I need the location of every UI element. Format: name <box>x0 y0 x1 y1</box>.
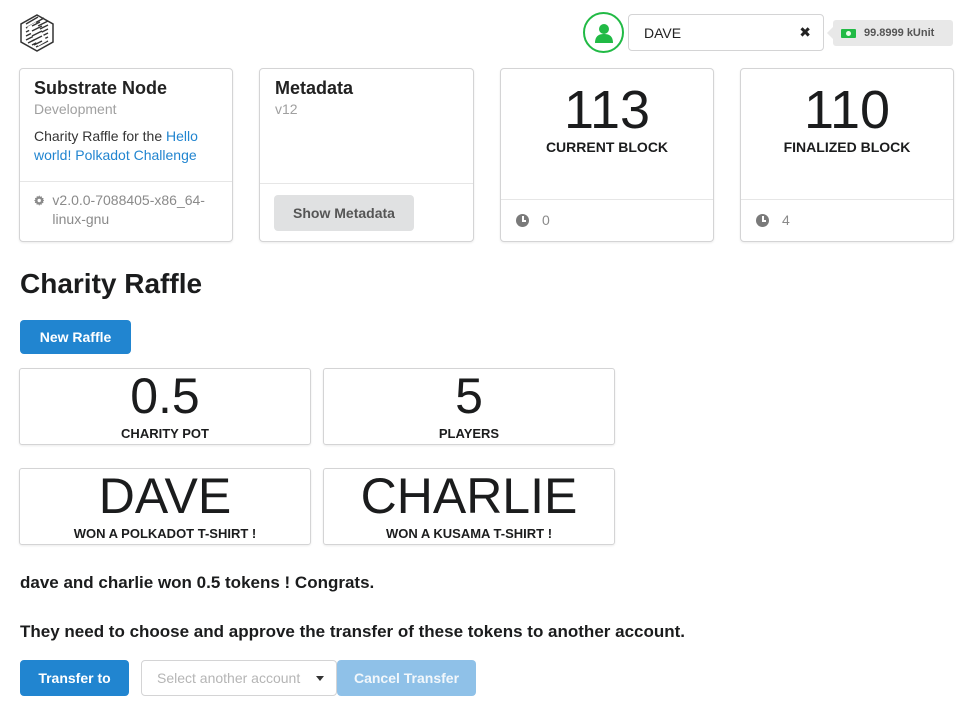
account-name: DAVE <box>644 24 682 41</box>
current-block-card: 113 CURRENT BLOCK 0 <box>500 68 714 242</box>
node-version: v2.0.0-7088405-x86_64-linux-gnu <box>34 191 220 229</box>
metadata-title: Metadata <box>275 78 354 98</box>
node-info-card: Substrate Node Development Charity Raffl… <box>19 68 233 242</box>
account-select-dropdown[interactable]: Select another account <box>141 660 337 696</box>
current-block-timer-value: 0 <box>542 212 550 228</box>
balance-value: 99.8999 kUnit <box>864 27 935 39</box>
players-value: 5 <box>455 368 483 424</box>
winner-kusama-card: CHARLIE WON A KUSAMA T-SHIRT ! <box>323 468 615 545</box>
charity-pot-card: 0.5 CHARITY POT <box>19 368 311 445</box>
winner-kusama-name: CHARLIE <box>360 468 578 524</box>
account-avatar[interactable] <box>583 12 624 53</box>
clear-account-icon[interactable]: ✖ <box>799 24 811 41</box>
charity-pot-value: 0.5 <box>130 368 200 424</box>
finalized-block-timer: 4 <box>756 211 790 230</box>
account-select-placeholder: Select another account <box>157 670 301 686</box>
node-description-text: Charity Raffle for the <box>34 128 167 144</box>
current-block-timer: 0 <box>516 211 550 230</box>
substrate-logo <box>18 14 56 52</box>
winner-kusama-prize: WON A KUSAMA T-SHIRT ! <box>385 526 553 541</box>
money-icon <box>841 28 856 38</box>
transfer-instructions: They need to choose and approve the tran… <box>20 622 686 641</box>
players-card: 5 PLAYERS <box>323 368 615 445</box>
chevron-down-icon <box>316 675 324 681</box>
metadata-card: Metadata v12 Show Metadata <box>259 68 474 242</box>
account-selector[interactable]: DAVE ✖ <box>628 14 824 51</box>
clock-icon <box>756 214 769 227</box>
finalized-block-timer-value: 4 <box>782 212 790 228</box>
clock-icon <box>516 214 529 227</box>
winners-message: dave and charlie won 0.5 tokens ! Congra… <box>20 573 375 592</box>
show-metadata-button[interactable]: Show Metadata <box>274 195 414 231</box>
current-block-value: 113 <box>563 80 651 140</box>
cancel-transfer-button[interactable]: Cancel Transfer <box>337 660 476 696</box>
charity-pot-label: CHARITY POT <box>121 426 209 441</box>
node-version-text: v2.0.0-7088405-x86_64-linux-gnu <box>52 192 205 227</box>
finalized-block-label: FINALIZED BLOCK <box>783 139 911 155</box>
transfer-to-button[interactable]: Transfer to <box>20 660 129 696</box>
node-meta: Development <box>34 101 117 117</box>
winner-polkadot-prize: WON A POLKADOT T-SHIRT ! <box>73 526 257 541</box>
current-block-label: CURRENT BLOCK <box>545 139 669 155</box>
new-raffle-button[interactable]: New Raffle <box>20 320 131 354</box>
finalized-block-value: 110 <box>803 80 891 140</box>
finalized-block-card: 110 FINALIZED BLOCK 4 <box>740 68 954 242</box>
winner-polkadot-card: DAVE WON A POLKADOT T-SHIRT ! <box>19 468 311 545</box>
gear-icon <box>34 195 45 206</box>
balance-label: 99.8999 kUnit <box>827 20 953 46</box>
players-label: PLAYERS <box>438 426 500 441</box>
user-icon <box>594 23 613 43</box>
winner-polkadot-name: DAVE <box>98 468 232 524</box>
metadata-version: v12 <box>275 101 298 117</box>
node-title: Substrate Node <box>34 78 168 98</box>
node-description: Charity Raffle for the Hello world! Polk… <box>34 127 218 165</box>
raffle-heading: Charity Raffle <box>20 268 203 299</box>
